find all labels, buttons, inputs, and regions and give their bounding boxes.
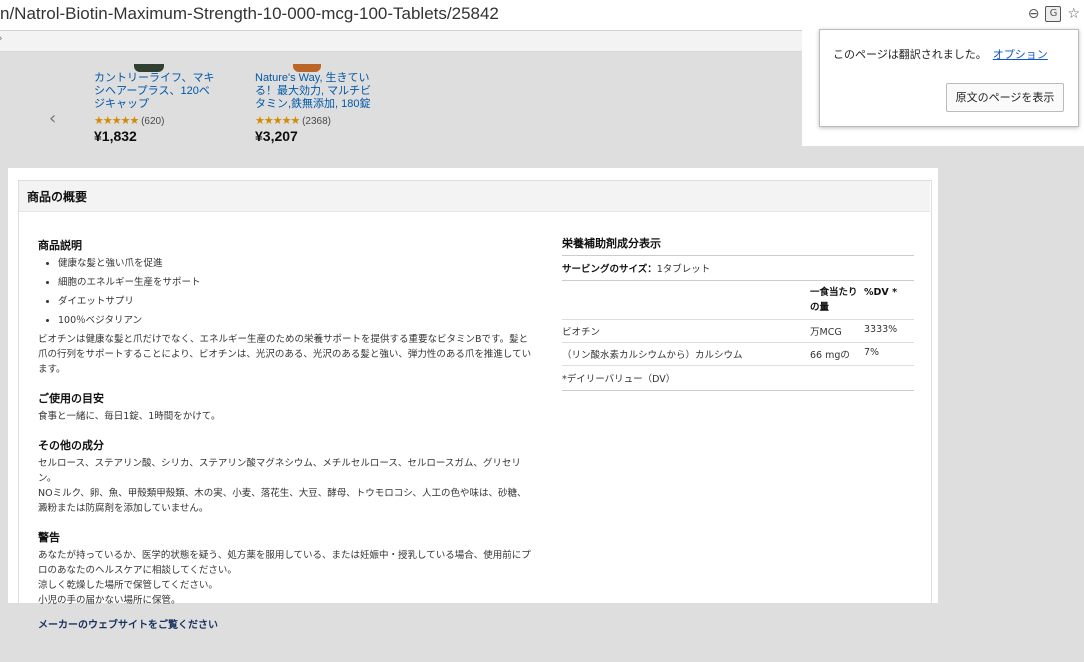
url-text[interactable]: n/Natrol-Biotin-Maximum-Strength-10-000-… xyxy=(0,4,499,24)
children-text: 小児の手の届かない場所に保管。 xyxy=(38,595,181,606)
storage-text: 涼しく乾燥した場所で保管してください。 xyxy=(38,580,218,591)
description-paragraph: ビオチンは健康な髪と爪だけでなく、エネルギー生産のための栄養サポートを提供する重… xyxy=(38,334,532,375)
warning-text: あなたが持っているか、医学的状態を疑う、処方薬を服用している、または妊娠中・授乳… xyxy=(38,550,531,576)
product-card[interactable]: Nature's Way, 生きている！最大効力, マルチビタミン,鉄無添加, … xyxy=(255,64,380,144)
product-rating: ★★★★★ (620) xyxy=(94,114,219,127)
options-link[interactable]: オプション xyxy=(993,48,1048,61)
nutrition-table: 一食当たりの量 %DV * ビオチン 万MCG 3333% （リン酸水素カルシウ… xyxy=(562,281,914,366)
overview-title: 商品の概要 xyxy=(27,190,88,204)
product-name[interactable]: カントリーライフ、マキシヘアープラス、120ベジキャップ xyxy=(94,72,219,111)
rating-stars-icon: ★★★★★ xyxy=(94,115,139,127)
other-ingredients-heading: その他の成分 xyxy=(38,439,104,452)
nutrient-name: ビオチン xyxy=(562,327,601,338)
list-item: 100％ベジタリアン xyxy=(58,313,534,328)
description-column: 商品説明 健康な髪と強い爪を促進 細胞のエネルギー生産をサポート ダイエットサプ… xyxy=(38,238,534,608)
description-bullets: 健康な髪と強い爪を促進 細胞のエネルギー生産をサポート ダイエットサプリ 100… xyxy=(38,256,534,328)
list-item: 健康な髪と強い爪を促進 xyxy=(58,256,534,271)
column-header-amount: 一食当たりの量 xyxy=(810,287,858,313)
allergen-text: NOミルク、卵、魚、甲殻類甲殻類、木の実、小麦、落花生、大豆、酵母、トウモロコシ… xyxy=(38,488,527,514)
serving-size: サービングのサイズ：1タブレット xyxy=(562,256,914,281)
product-thumbnail[interactable] xyxy=(134,64,164,72)
table-row: ビオチン 万MCG 3333% xyxy=(562,320,914,343)
column-header-dv: %DV * xyxy=(864,287,898,298)
review-count[interactable]: (2368) xyxy=(302,116,331,127)
translate-icon[interactable]: G xyxy=(1045,6,1062,22)
list-item: ダイエットサプリ xyxy=(58,294,534,309)
product-price: ¥3,207 xyxy=(255,128,298,144)
carousel-prev-icon[interactable]: ‹ xyxy=(49,108,56,129)
review-count[interactable]: (620) xyxy=(141,116,164,127)
product-price: ¥1,832 xyxy=(94,128,137,144)
nutrient-dv: 7% xyxy=(864,347,880,358)
table-row: （リン酸水素カルシウムから）カルシウム 66 mgの 7% xyxy=(562,343,914,366)
translate-popup: このページは翻訳されました。 オプション 原文のページを表示 xyxy=(819,29,1079,127)
daily-value-note: *デイリーバリュー（DV） xyxy=(562,366,914,391)
translate-message: このページは翻訳されました。 オプション xyxy=(833,46,1048,62)
nutrient-amount: 万MCG xyxy=(810,327,842,338)
nutrient-name: （リン酸水素カルシウムから）カルシウム xyxy=(562,350,743,361)
bookmark-star-icon[interactable]: ☆ xyxy=(1067,6,1080,22)
serving-value: 1タブレット xyxy=(656,264,711,275)
other-ingredients-text: セルロース、ステアリン酸、シリカ、ステアリン酸マグネシウム、メチルセルロース、セ… xyxy=(38,458,521,484)
product-thumbnail[interactable] xyxy=(293,64,321,72)
overview-header: 商品の概要 xyxy=(19,181,930,212)
usage-heading: ご使用の目安 xyxy=(38,392,104,405)
table-header-row: 一食当たりの量 %DV * xyxy=(562,281,914,320)
zoom-out-icon[interactable]: ⊖ xyxy=(1028,6,1040,22)
product-name[interactable]: Nature's Way, 生きている！最大効力, マルチビタミン,鉄無添加, … xyxy=(255,72,380,111)
show-original-button[interactable]: 原文のページを表示 xyxy=(946,83,1064,112)
warning-heading: 警告 xyxy=(38,531,60,544)
serving-label: サービングのサイズ： xyxy=(562,264,657,275)
product-card[interactable]: カントリーライフ、マキシヘアープラス、120ベジキャップ ★★★★★ (620)… xyxy=(94,64,219,144)
list-item: 細胞のエネルギー生産をサポート xyxy=(58,275,534,290)
nutrition-facts: 栄養補助剤成分表示 サービングのサイズ：1タブレット 一食当たりの量 %DV *… xyxy=(562,235,914,391)
bookmarks-chevron-icon[interactable]: › xyxy=(0,31,3,45)
translate-message-text: このページは翻訳されました。 xyxy=(833,48,987,61)
nutrition-title: 栄養補助剤成分表示 xyxy=(562,235,914,256)
nutrient-amount: 66 mgの xyxy=(810,350,850,361)
maker-website-link[interactable]: メーカーのウェブサイトをご覧ください xyxy=(38,616,218,631)
nutrient-dv: 3333% xyxy=(864,324,898,335)
description-heading: 商品説明 xyxy=(38,239,82,252)
usage-text: 食事と一緒に、毎日1錠、1時間をかけて。 xyxy=(38,411,221,422)
address-bar-icons: ⊖ G ☆ xyxy=(1028,6,1080,22)
product-rating: ★★★★★ (2368) xyxy=(255,114,380,127)
rating-stars-icon: ★★★★★ xyxy=(255,115,300,127)
